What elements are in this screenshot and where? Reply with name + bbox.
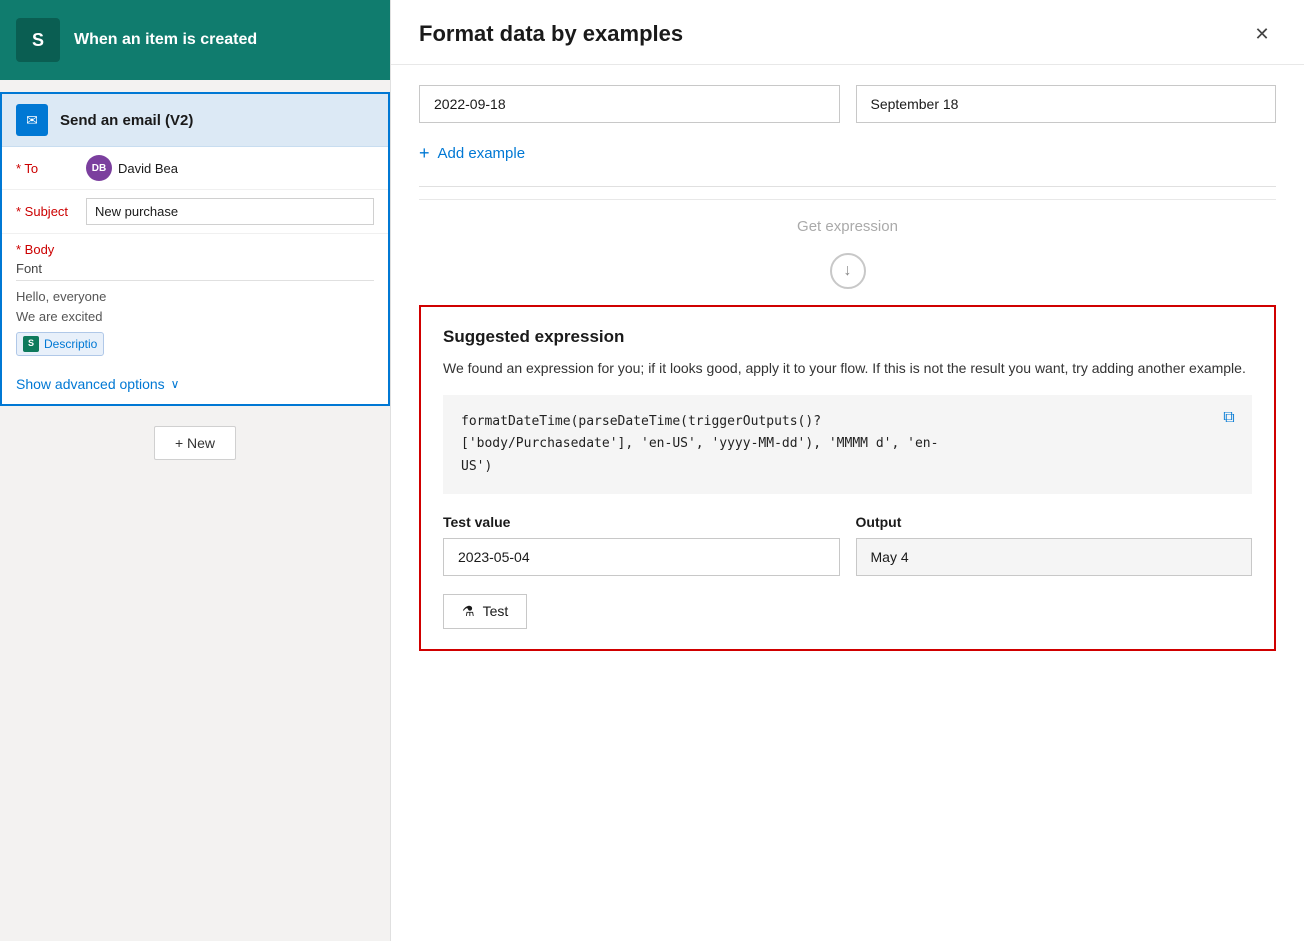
test-value-input[interactable] xyxy=(443,538,840,576)
email-icon: ✉ xyxy=(16,104,48,136)
email-block: ✉ Send an email (V2) * To DB David Bea *… xyxy=(0,92,390,406)
trigger-label: When an item is created xyxy=(74,31,257,49)
body-label: * Body xyxy=(16,242,374,257)
body-section: * Body Font Hello, everyone We are excit… xyxy=(2,234,388,364)
to-value: DB David Bea xyxy=(86,155,374,181)
arrow-down-icon: ↓ xyxy=(830,253,866,289)
expression-code: formatDateTime(parseDateTime(triggerOutp… xyxy=(461,411,1234,477)
advanced-options[interactable]: Show advanced options ∨ xyxy=(2,364,388,404)
right-panel: Format data by examples ✕ + Add example … xyxy=(390,0,1304,941)
chip-icon: S xyxy=(23,336,39,352)
suggested-expression-box: Suggested expression We found an express… xyxy=(419,305,1276,651)
output-label: Output xyxy=(856,514,1253,530)
suggested-description: We found an expression for you; if it lo… xyxy=(443,357,1252,379)
get-expression-section: Get expression xyxy=(419,199,1276,253)
new-step-section: + New xyxy=(0,426,390,460)
plus-icon: + xyxy=(419,143,430,164)
example-row xyxy=(419,85,1276,123)
add-example-button[interactable]: + Add example xyxy=(419,137,1276,170)
add-example-label: Add example xyxy=(438,145,526,162)
new-step-button[interactable]: + New xyxy=(154,426,236,460)
test-value-section: Test value xyxy=(443,514,840,576)
modal-title: Format data by examples xyxy=(419,21,683,47)
body-toolbar: Font xyxy=(16,261,374,281)
test-value-label: Test value xyxy=(443,514,840,530)
advanced-options-link[interactable]: Show advanced options xyxy=(16,376,165,392)
output-section: Output xyxy=(856,514,1253,576)
close-button[interactable]: ✕ xyxy=(1248,20,1276,48)
suggested-title: Suggested expression xyxy=(443,327,1252,347)
left-panel: S When an item is created ✉ Send an emai… xyxy=(0,0,390,941)
subject-label: * Subject xyxy=(16,198,76,219)
body-line1: Hello, everyone xyxy=(16,287,374,307)
body-text: Hello, everyone We are excited S Descrip… xyxy=(16,287,374,356)
output-value-field xyxy=(856,538,1253,576)
test-value-row: Test value Output xyxy=(443,514,1252,576)
avatar: DB xyxy=(86,155,112,181)
body-line2: We are excited xyxy=(16,307,374,327)
modal-body: + Add example Get expression ↓ Suggested… xyxy=(391,65,1304,941)
separator xyxy=(419,186,1276,187)
trigger-icon: S xyxy=(16,18,60,62)
to-name: David Bea xyxy=(118,161,178,176)
example-output-field[interactable] xyxy=(856,85,1277,123)
get-expression-button[interactable]: Get expression xyxy=(797,218,898,235)
trigger-block: S When an item is created xyxy=(0,0,390,80)
test-button[interactable]: ⚗ Test xyxy=(443,594,527,629)
subject-value[interactable]: New purchase xyxy=(86,198,374,225)
example-input-field[interactable] xyxy=(419,85,840,123)
email-block-header: ✉ Send an email (V2) xyxy=(2,94,388,147)
flask-icon: ⚗ xyxy=(462,603,475,620)
subject-row: * Subject New purchase xyxy=(2,190,388,234)
chevron-down-icon: ∨ xyxy=(171,377,180,391)
subject-input[interactable]: New purchase xyxy=(86,198,374,225)
to-row: * To DB David Bea xyxy=(2,147,388,190)
email-block-title: Send an email (V2) xyxy=(60,112,193,129)
modal-header: Format data by examples ✕ xyxy=(391,0,1304,65)
expression-code-box: formatDateTime(parseDateTime(triggerOutp… xyxy=(443,395,1252,493)
description-chip: S Descriptio xyxy=(16,332,104,356)
copy-icon[interactable]: ⧉ xyxy=(1218,407,1240,429)
to-label: * To xyxy=(16,155,76,176)
